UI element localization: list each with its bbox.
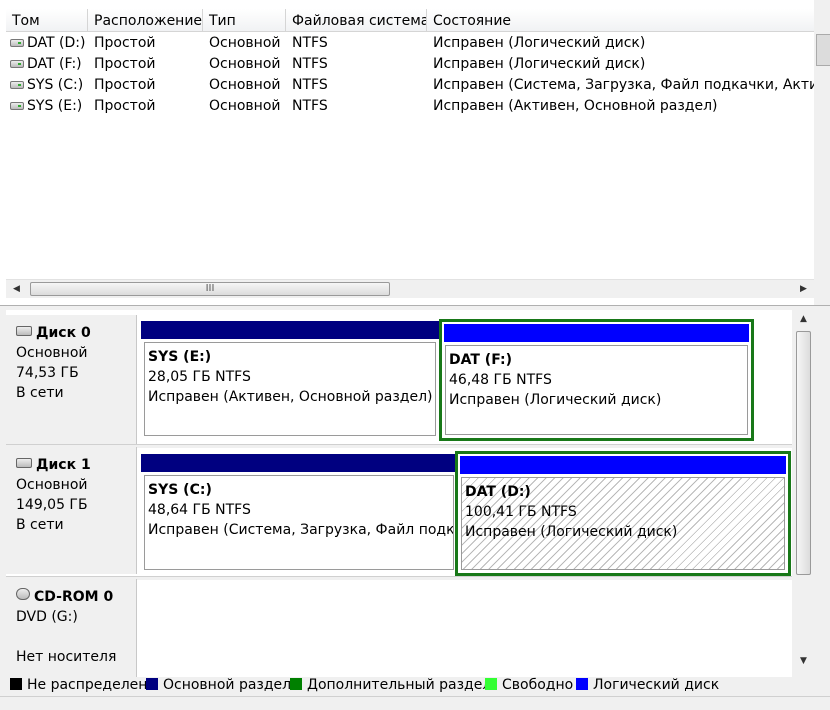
drive-icon [10, 60, 24, 68]
disk-kind: Основной [16, 345, 88, 361]
partition-status: Исправен (Активен, Основной раздел) [148, 389, 433, 405]
volume-name: DAT (D:) [27, 35, 86, 51]
partition-name: DAT (D:) [465, 484, 531, 500]
horizontal-scroll-thumb[interactable]: III [30, 282, 390, 296]
partition-body-selected: DAT (D:) 100,41 ГБ NTFS Исправен (Логиче… [461, 477, 785, 570]
drive-icon [10, 81, 24, 89]
volume-row[interactable]: SYS (E:) Простой Основной NTFS Исправен … [6, 96, 814, 117]
logical-drive-bar [460, 456, 786, 474]
volume-type: Основной [209, 35, 281, 51]
legend-swatch [485, 678, 497, 690]
window-edge [814, 0, 830, 305]
primary-partition-bar [141, 454, 457, 472]
partition-dat-f[interactable]: DAT (F:) 46,48 ГБ NTFS Исправен (Логичес… [439, 319, 754, 441]
volume-type: Основной [209, 56, 281, 72]
legend-swatch [146, 678, 158, 690]
disk-icon [16, 326, 32, 336]
legend-swatch [10, 678, 22, 690]
column-header-status[interactable]: Состояние [427, 9, 814, 31]
vertical-scrollbar[interactable]: ▲ ▼ [794, 310, 813, 672]
drive-icon [10, 39, 24, 47]
volume-layout: Простой [94, 77, 156, 93]
disk-size: 74,53 ГБ [16, 365, 79, 381]
partition-status: Исправен (Система, Загрузка, Файл подкач [148, 522, 454, 538]
drive-icon [10, 102, 24, 110]
cdrom-icon [16, 588, 30, 600]
scroll-down-icon[interactable]: ▼ [795, 652, 812, 670]
legend-item: Не распределен [10, 674, 147, 696]
volume-list-header: Том Расположение Тип Файловая система Со… [6, 9, 814, 32]
volume-row[interactable]: DAT (D:) Простой Основной NTFS Исправен … [6, 33, 814, 54]
disk-icon [16, 458, 32, 468]
disk-title: Диск 1 [16, 455, 136, 475]
column-header-type[interactable]: Тип [203, 9, 286, 31]
column-header-filesystem[interactable]: Файловая система [286, 9, 427, 31]
partition-size: 100,41 ГБ NTFS [465, 504, 577, 520]
cdrom-drive: DVD (G:) [16, 609, 78, 625]
scroll-up-icon[interactable]: ▲ [795, 310, 812, 328]
legend-item: Дополнительный раздел [290, 674, 491, 696]
volume-name: SYS (E:) [27, 98, 83, 114]
volume-name: SYS (C:) [27, 77, 84, 93]
volume-status: Исправен (Логический диск) [433, 56, 646, 72]
volume-filesystem: NTFS [292, 35, 328, 51]
status-bar [0, 696, 830, 710]
volume-status: Исправен (Система, Загрузка, Файл подкач… [433, 77, 814, 93]
volume-layout: Простой [94, 35, 156, 51]
volume-name: DAT (F:) [27, 56, 82, 72]
legend-swatch [576, 678, 588, 690]
disk-0-info[interactable]: Диск 0 Основной 74,53 ГБ В сети [6, 315, 137, 445]
partition-sys-c[interactable]: SYS (C:) 48,64 ГБ NTFS Исправен (Система… [141, 454, 457, 573]
disk-title: Диск 0 [16, 323, 136, 343]
partition-sys-e[interactable]: SYS (E:) 28,05 ГБ NTFS Исправен (Активен… [141, 321, 439, 439]
partition-size: 46,48 ГБ NTFS [449, 372, 552, 388]
scroll-left-icon[interactable]: ◀ [8, 280, 25, 298]
volume-filesystem: NTFS [292, 56, 328, 72]
volume-list-pane: Том Расположение Тип Файловая система Со… [0, 0, 830, 306]
partition-body: DAT (F:) 46,48 ГБ NTFS Исправен (Логичес… [445, 345, 748, 435]
partition-status: Исправен (Логический диск) [465, 524, 678, 540]
primary-partition-bar [141, 321, 439, 339]
partition-name: DAT (F:) [449, 352, 512, 368]
partition-dat-d[interactable]: DAT (D:) 100,41 ГБ NTFS Исправен (Логиче… [455, 451, 791, 576]
cdrom-media: Нет носителя [16, 649, 117, 665]
partition-body: SYS (E:) 28,05 ГБ NTFS Исправен (Активен… [144, 342, 436, 436]
legend-swatch [290, 678, 302, 690]
column-header-volume[interactable]: Том [6, 9, 88, 31]
disk-map-pane: Диск 0 Основной 74,53 ГБ В сети SYS (E:)… [6, 310, 792, 677]
scroll-right-icon[interactable]: ▶ [795, 280, 812, 298]
partition-status: Исправен (Логический диск) [449, 392, 662, 408]
volume-filesystem: NTFS [292, 77, 328, 93]
disk-state: В сети [16, 517, 64, 533]
partition-body: SYS (C:) 48,64 ГБ NTFS Исправен (Система… [144, 475, 454, 570]
volume-filesystem: NTFS [292, 98, 328, 114]
vertical-scroll-thumb[interactable] [796, 331, 811, 575]
legend-item: Свободно [485, 674, 573, 696]
disk-1-info[interactable]: Диск 1 Основной 149,05 ГБ В сети [6, 447, 137, 574]
partition-size: 48,64 ГБ NTFS [148, 502, 251, 518]
partition-name: SYS (C:) [148, 482, 212, 498]
volume-layout: Простой [94, 98, 156, 114]
legend-item: Логический диск [576, 674, 719, 696]
volume-status: Исправен (Активен, Основной раздел) [433, 98, 718, 114]
volume-row[interactable]: DAT (F:) Простой Основной NTFS Исправен … [6, 54, 814, 75]
volume-layout: Простой [94, 56, 156, 72]
legend-item: Основной раздел [146, 674, 291, 696]
disk-title: CD-ROM 0 [16, 587, 136, 607]
volume-status: Исправен (Логический диск) [433, 35, 646, 51]
horizontal-scrollbar[interactable]: ◀ III ▶ [6, 279, 814, 298]
cdrom-0-info[interactable]: CD-ROM 0 DVD (G:) Нет носителя [6, 579, 137, 677]
legend: Не распределен Основной раздел Дополните… [0, 674, 830, 696]
disk-size: 149,05 ГБ [16, 497, 88, 513]
disk-kind: Основной [16, 477, 88, 493]
partition-name: SYS (E:) [148, 349, 212, 365]
volume-type: Основной [209, 98, 281, 114]
column-header-layout[interactable]: Расположение [88, 9, 203, 31]
partition-size: 28,05 ГБ NTFS [148, 369, 251, 385]
volume-type: Основной [209, 77, 281, 93]
logical-drive-bar [444, 324, 749, 342]
disk-state: В сети [16, 385, 64, 401]
volume-row[interactable]: SYS (C:) Простой Основной NTFS Исправен … [6, 75, 814, 96]
